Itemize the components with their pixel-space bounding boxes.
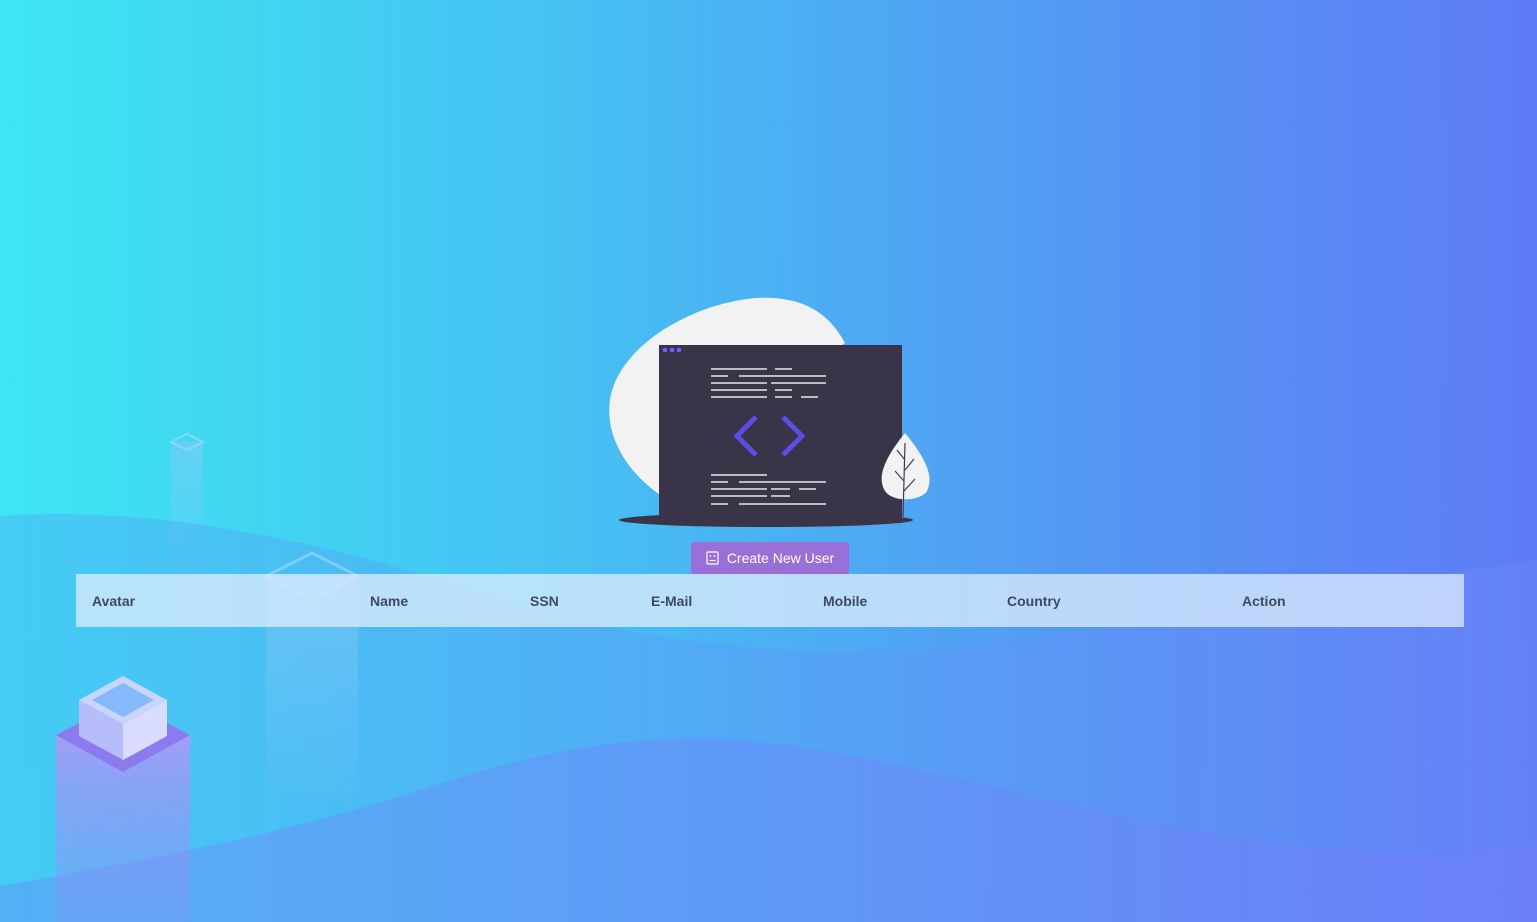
column-header-avatar[interactable]: Avatar: [76, 574, 354, 627]
column-header-email[interactable]: E-Mail: [635, 574, 807, 627]
column-header-country[interactable]: Country: [991, 574, 1226, 627]
user-card-icon: [706, 551, 719, 565]
header-row: Avatar Name SSN E-Mail Mobile Country Ac…: [76, 574, 1464, 627]
column-header-mobile[interactable]: Mobile: [807, 574, 991, 627]
users-table: Avatar Name SSN E-Mail Mobile Country Ac…: [76, 574, 1464, 627]
small-pillar: [168, 432, 206, 582]
users-table-header: Avatar Name SSN E-Mail Mobile Country Ac…: [76, 574, 1464, 627]
column-header-name[interactable]: Name: [354, 574, 514, 627]
column-header-action[interactable]: Action: [1226, 574, 1464, 627]
create-new-user-label: Create New User: [726, 550, 835, 566]
users-table-container: Avatar Name SSN E-Mail Mobile Country Ac…: [76, 574, 1464, 627]
code-window-illustration: [609, 297, 930, 527]
create-new-user-button[interactable]: Create New User: [691, 542, 849, 574]
wave-front: [0, 738, 1537, 922]
column-header-ssn[interactable]: SSN: [514, 574, 635, 627]
front-pillar-cube: [56, 676, 190, 922]
